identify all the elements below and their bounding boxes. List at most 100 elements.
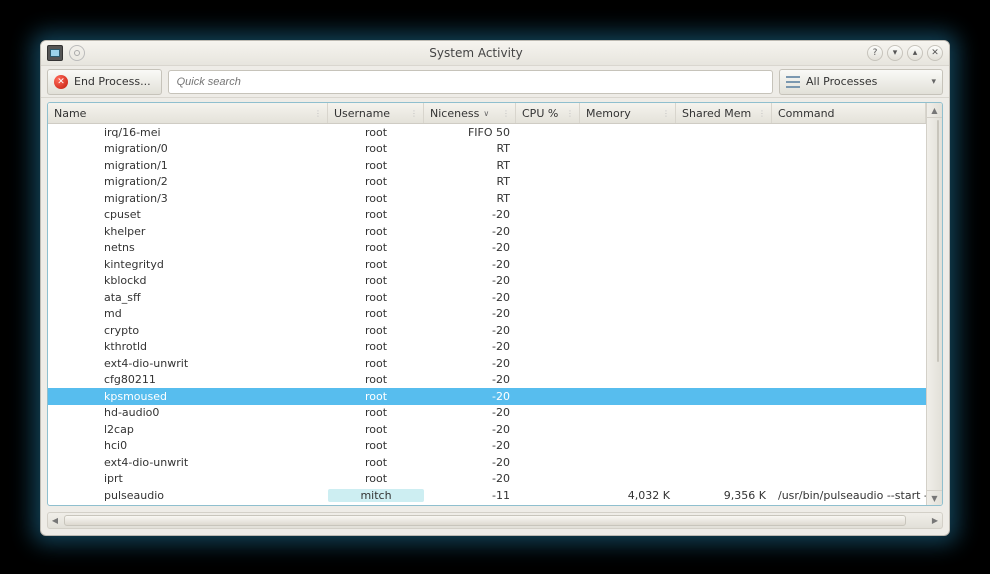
search-input[interactable]	[168, 70, 773, 94]
table-row[interactable]: kpsmousedroot-20	[48, 388, 926, 405]
cell: 4,032 K	[580, 489, 676, 502]
cell: root	[328, 406, 424, 419]
maximize-button[interactable]: ▴	[907, 45, 923, 61]
col-name[interactable]: Name⋮	[48, 103, 328, 123]
cell: root	[328, 307, 424, 320]
cell: root	[328, 208, 424, 221]
table-row[interactable]: iprtroot-20	[48, 471, 926, 488]
process-table-area: Name⋮ Username⋮ Niceness ∨ ⋮ CPU %⋮ Memo…	[47, 102, 943, 506]
scroll-down-icon[interactable]: ▼	[927, 490, 942, 505]
cell: -11	[424, 489, 516, 502]
table-row[interactable]: ext4-dio-unwritroot-20	[48, 355, 926, 372]
filter-label: All Processes	[806, 75, 877, 88]
col-command[interactable]: Command	[772, 103, 926, 123]
table-row[interactable]: cpusetroot-20	[48, 207, 926, 224]
col-username[interactable]: Username⋮	[328, 103, 424, 123]
cell: root	[328, 274, 424, 287]
cell: root	[328, 340, 424, 353]
scroll-left-icon[interactable]: ◀	[48, 516, 62, 525]
col-memory[interactable]: Memory⋮	[580, 103, 676, 123]
cell: root	[328, 324, 424, 337]
close-button[interactable]: ✕	[927, 45, 943, 61]
filter-dropdown[interactable]: All Processes ▾	[779, 69, 943, 95]
cell: root	[328, 225, 424, 238]
table-body: irq/16-meirootFIFO 50migration/0rootRTmi…	[48, 124, 926, 505]
cell: irq/16-mei	[48, 126, 328, 139]
table-row[interactable]: kintegritydroot-20	[48, 256, 926, 273]
col-shared-mem[interactable]: Shared Mem⋮	[676, 103, 772, 123]
table-row[interactable]: ext4-dio-unwritroot-20	[48, 454, 926, 471]
help-button[interactable]: ?	[867, 45, 883, 61]
cell: root	[328, 390, 424, 403]
cell: -20	[424, 241, 516, 254]
table-row[interactable]: hci0root-20	[48, 438, 926, 455]
cell: root	[328, 439, 424, 452]
cell: -20	[424, 225, 516, 238]
cell: -20	[424, 291, 516, 304]
cell: RT	[424, 192, 516, 205]
scroll-right-icon[interactable]: ▶	[928, 516, 942, 525]
vertical-scrollbar[interactable]: ▲ ▼	[926, 103, 942, 505]
cell: ext4-dio-unwrit	[48, 456, 328, 469]
cell: migration/1	[48, 159, 328, 172]
cell: -20	[424, 423, 516, 436]
table-row[interactable]: migration/0rootRT	[48, 141, 926, 158]
cell: iprt	[48, 472, 328, 485]
cell: -20	[424, 274, 516, 287]
cell: root	[328, 159, 424, 172]
titlebar[interactable]: System Activity ? ▾ ▴ ✕	[41, 41, 949, 66]
table-row[interactable]: migration/1rootRT	[48, 157, 926, 174]
minimize-button[interactable]: ▾	[887, 45, 903, 61]
table-row[interactable]: migration/3rootRT	[48, 190, 926, 207]
table-row[interactable]: cryptoroot-20	[48, 322, 926, 339]
toolbar: ✕ End Process... All Processes ▾	[41, 66, 949, 98]
scroll-up-icon[interactable]: ▲	[927, 103, 942, 118]
table-row[interactable]: hd-audio0root-20	[48, 405, 926, 422]
col-cpu[interactable]: CPU %⋮	[516, 103, 580, 123]
list-icon	[786, 76, 800, 88]
cell: pulseaudio	[48, 489, 328, 502]
cell: ext4-dio-unwrit	[48, 357, 328, 370]
cell: -20	[424, 340, 516, 353]
cell: root	[328, 423, 424, 436]
table-row[interactable]: irq/16-meirootFIFO 50	[48, 124, 926, 141]
cell: 9,356 K	[676, 489, 772, 502]
cell: -20	[424, 324, 516, 337]
cell: kthrotld	[48, 340, 328, 353]
cell: md	[48, 307, 328, 320]
system-activity-window: System Activity ? ▾ ▴ ✕ ✕ End Process...…	[40, 40, 950, 536]
cell: hci0	[48, 439, 328, 452]
table-row[interactable]: ata_sffroot-20	[48, 289, 926, 306]
cell: root	[328, 175, 424, 188]
table-row[interactable]: netnsroot-20	[48, 240, 926, 257]
table-row[interactable]: pulseaudiomitch-114,032 K9,356 K/usr/bin…	[48, 487, 926, 504]
end-process-button[interactable]: ✕ End Process...	[47, 69, 162, 95]
table-row[interactable]: l2caproot-20	[48, 421, 926, 438]
cell: mitch	[328, 489, 424, 502]
cell: RT	[424, 175, 516, 188]
hscroll-thumb[interactable]	[64, 515, 906, 526]
table-row[interactable]: kblockdroot-20	[48, 273, 926, 290]
table-header: Name⋮ Username⋮ Niceness ∨ ⋮ CPU %⋮ Memo…	[48, 103, 926, 124]
table-row[interactable]: krfcommdroot-10	[48, 504, 926, 506]
table-row[interactable]: mdroot-20	[48, 306, 926, 323]
cell: -20	[424, 208, 516, 221]
cell: root	[328, 241, 424, 254]
col-niceness[interactable]: Niceness ∨ ⋮	[424, 103, 516, 123]
table-row[interactable]: kthrotldroot-20	[48, 339, 926, 356]
cell: root	[328, 456, 424, 469]
table-row[interactable]: cfg80211root-20	[48, 372, 926, 389]
stop-icon: ✕	[54, 75, 68, 89]
app-icon	[47, 45, 63, 61]
table-row[interactable]: khelperroot-20	[48, 223, 926, 240]
cell: -20	[424, 373, 516, 386]
table-row[interactable]: migration/2rootRT	[48, 174, 926, 191]
horizontal-scrollbar[interactable]: ◀ ▶	[47, 512, 943, 529]
window-title: System Activity	[85, 46, 867, 60]
cell: -20	[424, 456, 516, 469]
scroll-thumb[interactable]	[937, 120, 939, 362]
cell: -20	[424, 439, 516, 452]
pin-icon[interactable]	[69, 45, 85, 61]
cell: kpsmoused	[48, 390, 328, 403]
cell: -20	[424, 472, 516, 485]
